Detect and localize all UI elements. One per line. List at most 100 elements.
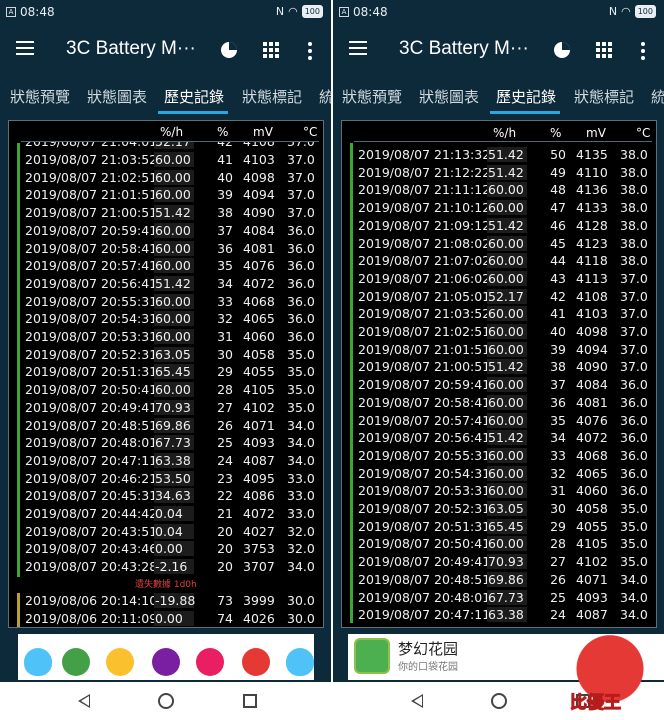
row-voltage: 4072 — [243, 275, 275, 291]
table-row: 2019/08/07 20:50:41 60.00 28 4105 35.0 — [9, 382, 323, 399]
more-vert-icon[interactable] — [308, 42, 312, 60]
row-rate: 65.45 — [487, 518, 527, 534]
tab-status-marker[interactable]: 狀態標記 — [574, 86, 634, 107]
row-percent: 39 — [550, 341, 566, 357]
row-temperature: 36.0 — [620, 447, 648, 463]
row-temperature: 35.0 — [287, 382, 315, 398]
active-tab-indicator — [490, 111, 560, 114]
table-row: 2019/08/07 20:55:31 60.00 33 4068 36.0 — [342, 447, 656, 465]
row-rate: 60.00 — [487, 182, 527, 198]
history-table-right[interactable]: %/h % mV °C 2019/08/07 21:13:32 51.42 50 41… — [341, 120, 657, 628]
row-voltage: 4058 — [576, 501, 608, 516]
table-row: 2019/08/07 20:59:41 60.00 37 4084 36.0 — [342, 377, 656, 394]
app-title: 3C Battery M··· — [399, 38, 529, 59]
row-temperature: 37.0 — [287, 169, 315, 185]
row-percent: 23 — [217, 470, 233, 486]
row-percent: 26 — [217, 417, 233, 433]
row-date: 2019/08/07 20:52:31 — [358, 501, 491, 516]
tab-history[interactable]: 歷史記錄 — [496, 86, 556, 107]
row-voltage: 4068 — [576, 447, 608, 463]
row-voltage: 4105 — [243, 382, 275, 398]
ad-banner[interactable] — [18, 634, 314, 680]
header-rate: %/h — [493, 126, 517, 140]
charge-state-bar — [17, 592, 20, 627]
table-row: 2019/08/07 21:12:22 51.42 49 4110 38.0 — [342, 164, 656, 182]
table-row: 2019/08/07 21:03:52 60.00 41 4103 37.0 — [342, 306, 656, 323]
grid-apps-icon[interactable] — [263, 42, 279, 58]
back-icon[interactable] — [78, 694, 90, 708]
pie-chart-icon[interactable] — [553, 41, 571, 59]
grid-apps-icon[interactable] — [596, 42, 612, 58]
row-date: 2019/08/07 20:57:41 — [25, 258, 158, 274]
row-voltage: 4065 — [243, 311, 275, 327]
recents-icon[interactable] — [243, 694, 257, 708]
row-voltage: 4095 — [243, 470, 275, 486]
tab-status-preview[interactable]: 狀態預覽 — [10, 86, 70, 107]
row-rate: 60.00 — [154, 222, 194, 238]
row-date: 2019/08/07 20:43:51 — [25, 523, 158, 539]
table-row: 2019/08/07 21:01:51 60.00 39 4094 37.0 — [342, 341, 656, 359]
row-rate: 70.93 — [487, 554, 527, 570]
tab-history[interactable]: 歷史記錄 — [164, 86, 224, 107]
home-icon[interactable] — [158, 693, 174, 709]
row-date: 2019/08/07 21:00:51 — [358, 359, 491, 375]
menu-icon[interactable] — [349, 41, 367, 55]
row-rate: 60.00 — [154, 152, 194, 167]
table-row: 2019/08/07 20:55:31 60.00 33 4068 36.0 — [9, 293, 323, 311]
table-row: 2019/08/07 20:56:41 51.42 34 4072 36.0 — [9, 275, 323, 293]
row-voltage: 4113 — [576, 270, 608, 286]
tab-status-chart[interactable]: 狀態圖表 — [419, 86, 479, 107]
row-voltage: 4105 — [576, 536, 608, 552]
row-temperature: 33.0 — [287, 470, 315, 486]
left-phone-screen: A 08:48 N ◠ 100 3C Battery M··· 狀態預覽 狀態圖… — [0, 0, 331, 720]
tab-status-preview[interactable]: 狀態預覽 — [342, 86, 402, 107]
pie-chart-icon[interactable] — [220, 41, 238, 59]
row-temperature: 37.0 — [620, 306, 648, 322]
tab-status-chart[interactable]: 狀態圖表 — [87, 86, 147, 107]
row-rate: 0.00 — [154, 541, 194, 557]
row-temperature: 38.0 — [620, 253, 648, 269]
apple-icon — [242, 648, 270, 676]
row-temperature: 33.0 — [287, 506, 315, 521]
table-row: 2019/08/07 20:49:41 70.93 27 4102 35.0 — [342, 554, 656, 571]
tab-stats[interactable]: 統 — [651, 86, 664, 107]
history-table[interactable]: 2019/08/07 21:04:0152.1742410837.02019/0… — [8, 120, 324, 628]
screenshot-composite: A 08:48 N ◠ 100 3C Battery M··· 狀態預覽 狀態圖… — [0, 0, 664, 720]
row-temperature: 38.0 — [620, 200, 648, 216]
row-rate: 52.17 — [487, 288, 527, 304]
row-percent: 32 — [550, 465, 566, 481]
row-rate: 60.00 — [487, 306, 527, 322]
table-row: 2019/08/07 20:56:41 51.42 34 4072 36.0 — [342, 430, 656, 447]
row-temperature: 34.0 — [620, 589, 648, 605]
tab-stats[interactable]: 統 — [319, 86, 331, 107]
row-date: 2019/08/07 21:13:32 — [358, 147, 491, 162]
wifi-icon: ◠ — [621, 5, 631, 18]
row-percent: 34 — [217, 275, 233, 291]
wifi-icon: ◠ — [288, 5, 298, 18]
row-date: 2019/08/07 20:47:11 — [25, 452, 158, 468]
row-voltage: 4087 — [243, 452, 275, 468]
row-percent: 74 — [217, 610, 233, 626]
back-icon[interactable] — [411, 694, 423, 708]
status-bar: A 08:48 N ◠ 100 — [333, 0, 664, 24]
row-rate: 70.93 — [154, 399, 194, 415]
row-voltage: 4076 — [576, 412, 608, 428]
row-date: 2019/08/07 20:55:31 — [25, 293, 158, 309]
row-percent: 45 — [550, 235, 566, 251]
row-rate: 51.42 — [487, 359, 527, 375]
row-date: 2019/08/07 20:59:41 — [25, 222, 158, 238]
row-percent: 41 — [550, 306, 566, 322]
menu-icon[interactable] — [16, 41, 34, 55]
row-date: 2019/08/07 20:59:41 — [358, 377, 491, 393]
row-percent: 26 — [550, 571, 566, 587]
row-percent: 47 — [550, 200, 566, 216]
tab-status-marker[interactable]: 狀態標記 — [242, 86, 302, 107]
more-vert-icon[interactable] — [641, 42, 645, 60]
table-row: 2019/08/07 21:10:12 60.00 47 4133 38.0 — [342, 200, 656, 217]
row-rate: 0.04 — [154, 506, 194, 521]
home-icon[interactable] — [491, 693, 507, 709]
row-rate: 60.00 — [487, 465, 527, 481]
table-row: 2019/08/07 20:57:41 60.00 35 4076 36.0 — [9, 258, 323, 275]
row-percent: 49 — [550, 164, 566, 180]
row-voltage: 4103 — [576, 306, 608, 322]
